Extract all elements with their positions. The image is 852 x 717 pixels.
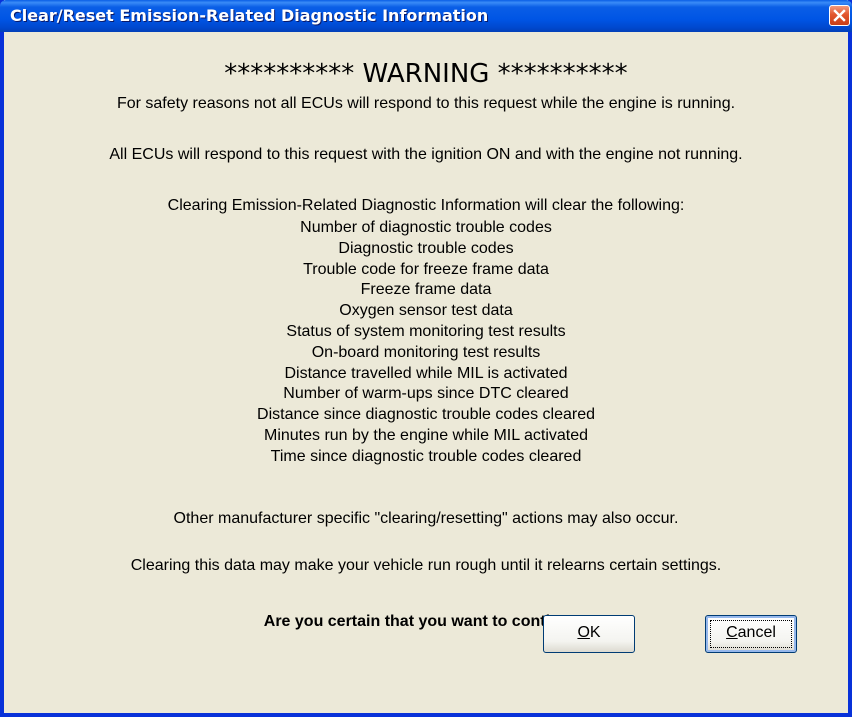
list-item: Diagnostic trouble codes <box>338 239 514 257</box>
cancel-button[interactable]: Cancel <box>705 615 797 653</box>
list-item: On-board monitoring test results <box>311 343 541 361</box>
list-item: Distance since diagnostic trouble codes … <box>257 406 595 424</box>
dialog-body: ********** WARNING ********** For safety… <box>4 32 848 713</box>
dialog-window: Clear/Reset Emission-Related Diagnostic … <box>0 0 852 717</box>
list-item: Minutes run by the engine while MIL acti… <box>263 426 589 444</box>
close-button[interactable] <box>829 5 850 26</box>
ignition-message: All ECUs will respond to this request wi… <box>109 146 743 163</box>
clear-intro: Clearing Emission-Related Diagnostic Inf… <box>167 197 685 214</box>
ok-button[interactable]: OK <box>543 615 635 653</box>
list-item: Time since diagnostic trouble codes clea… <box>270 447 582 465</box>
cancel-button-label: Cancel <box>726 624 776 641</box>
list-item: Oxygen sensor test data <box>339 302 513 320</box>
cleared-items-list: Number of diagnostic trouble codes Diagn… <box>4 218 848 468</box>
list-item: Number of warm-ups since DTC cleared <box>283 385 569 403</box>
list-item: Status of system monitoring test results <box>286 322 566 340</box>
list-item: Trouble code for freeze frame data <box>303 260 549 278</box>
list-item: Freeze frame data <box>360 281 492 299</box>
safety-message: For safety reasons not all ECUs will res… <box>116 95 736 112</box>
window-title: Clear/Reset Emission-Related Diagnostic … <box>10 6 489 25</box>
close-icon <box>833 9 846 22</box>
list-item: Distance travelled while MIL is activate… <box>284 364 568 382</box>
warning-heading: ********** WARNING ********** <box>224 59 628 89</box>
title-bar[interactable]: Clear/Reset Emission-Related Diagnostic … <box>0 0 852 32</box>
rough-running-message: Clearing this data may make your vehicle… <box>130 557 722 574</box>
list-item: Number of diagnostic trouble codes <box>300 219 552 236</box>
manufacturer-message: Other manufacturer specific "clearing/re… <box>173 510 679 527</box>
ok-button-label: OK <box>577 624 601 641</box>
